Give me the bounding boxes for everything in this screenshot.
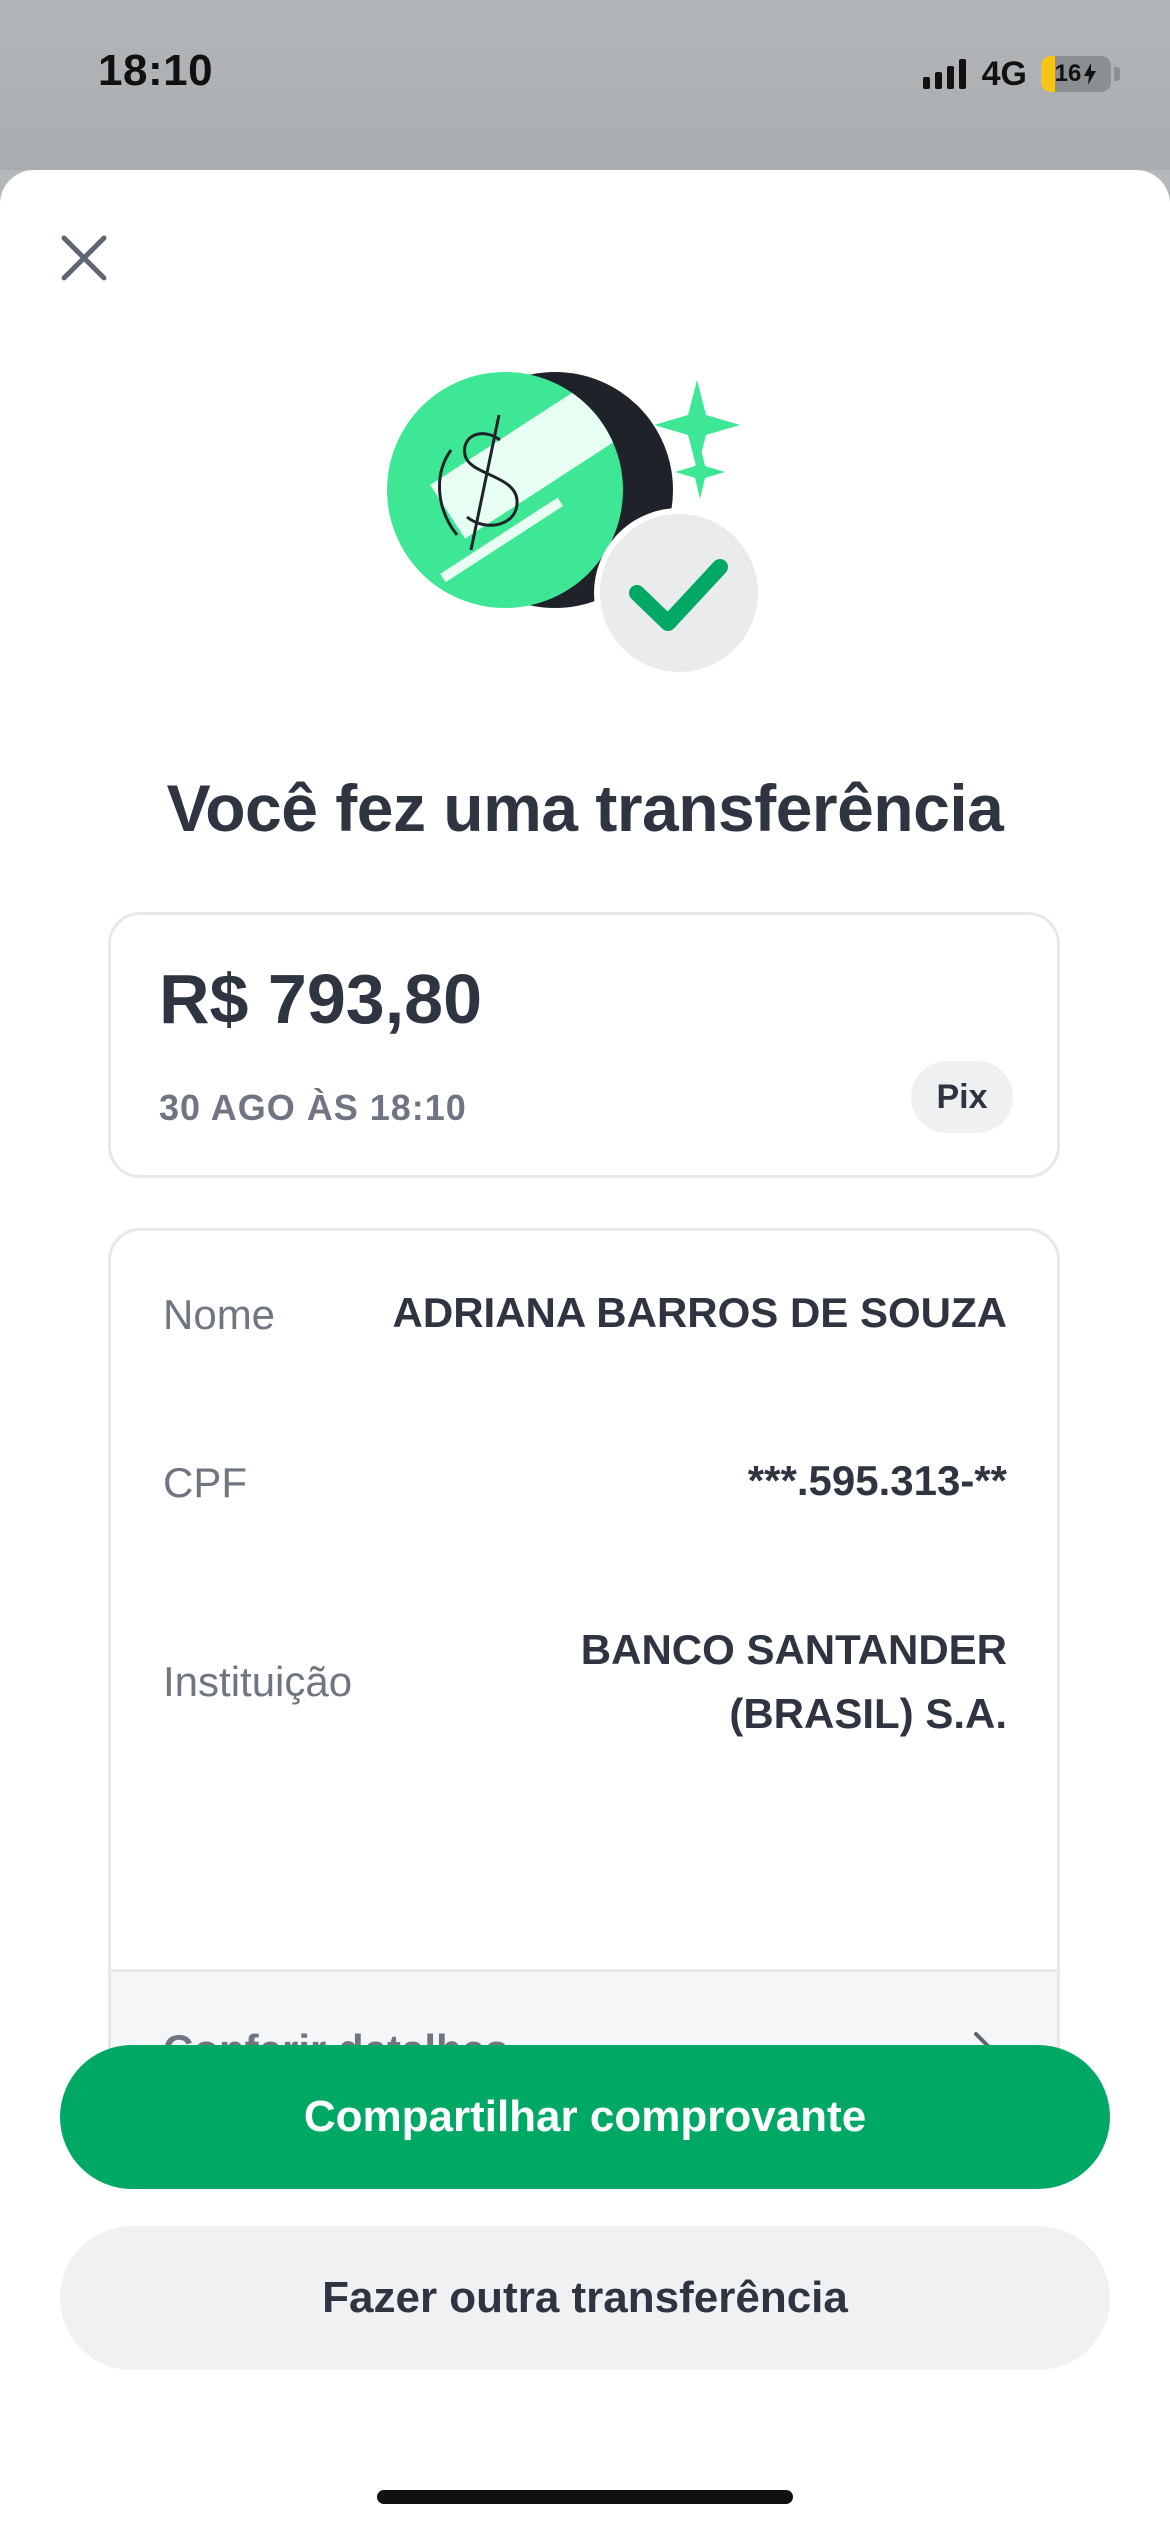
transfer-datetime: 30 AGO ÀS 18:10 <box>159 1087 467 1128</box>
transfer-amount: R$ 793,80 <box>159 960 483 1038</box>
name-label: Nome <box>163 1291 276 1338</box>
charging-bolt-icon <box>1084 63 1097 85</box>
amount-card: R$ 793,80 30 AGO ÀS 18:10 Pix <box>108 912 1060 1178</box>
battery-icon: 16 <box>1041 56 1111 92</box>
status-bar: 18:10 4G 16 <box>0 0 1170 170</box>
new-transfer-button[interactable]: Fazer outra transferência <box>60 2226 1110 2370</box>
cpf-label: CPF <box>163 1459 247 1506</box>
battery-level: 16 <box>1054 60 1082 87</box>
institution-value: BANCO SANTANDER (BRASIL) S.A. <box>581 1618 1007 1746</box>
signal-icon <box>922 59 966 89</box>
home-indicator <box>377 2490 793 2504</box>
payment-method-badge: Pix <box>911 1061 1013 1133</box>
page-title: Você fez uma transferência <box>166 771 1004 845</box>
status-time: 18:10 <box>98 46 214 95</box>
network-label: 4G <box>981 54 1027 93</box>
share-receipt-button[interactable]: Compartilhar comprovante <box>60 2045 1110 2189</box>
close-button[interactable] <box>52 226 116 290</box>
transfer-receipt-sheet: Você fez uma transferência R$ 793,80 30 … <box>0 170 1170 2532</box>
institution-label: Instituição <box>163 1658 353 1705</box>
recipient-details-card: Nome ADRIANA BARROS DE SOUZA CPF ***.595… <box>108 1228 1060 2138</box>
status-indicators: 4G 16 <box>922 52 1120 96</box>
institution-value-line2: (BRASIL) S.A. <box>729 1690 1007 1737</box>
cpf-value: ***.595.313-** <box>747 1457 1007 1504</box>
close-icon <box>61 235 107 281</box>
institution-value-line1: BANCO SANTANDER <box>580 1626 1007 1673</box>
name-value: ADRIANA BARROS DE SOUZA <box>392 1289 1007 1336</box>
